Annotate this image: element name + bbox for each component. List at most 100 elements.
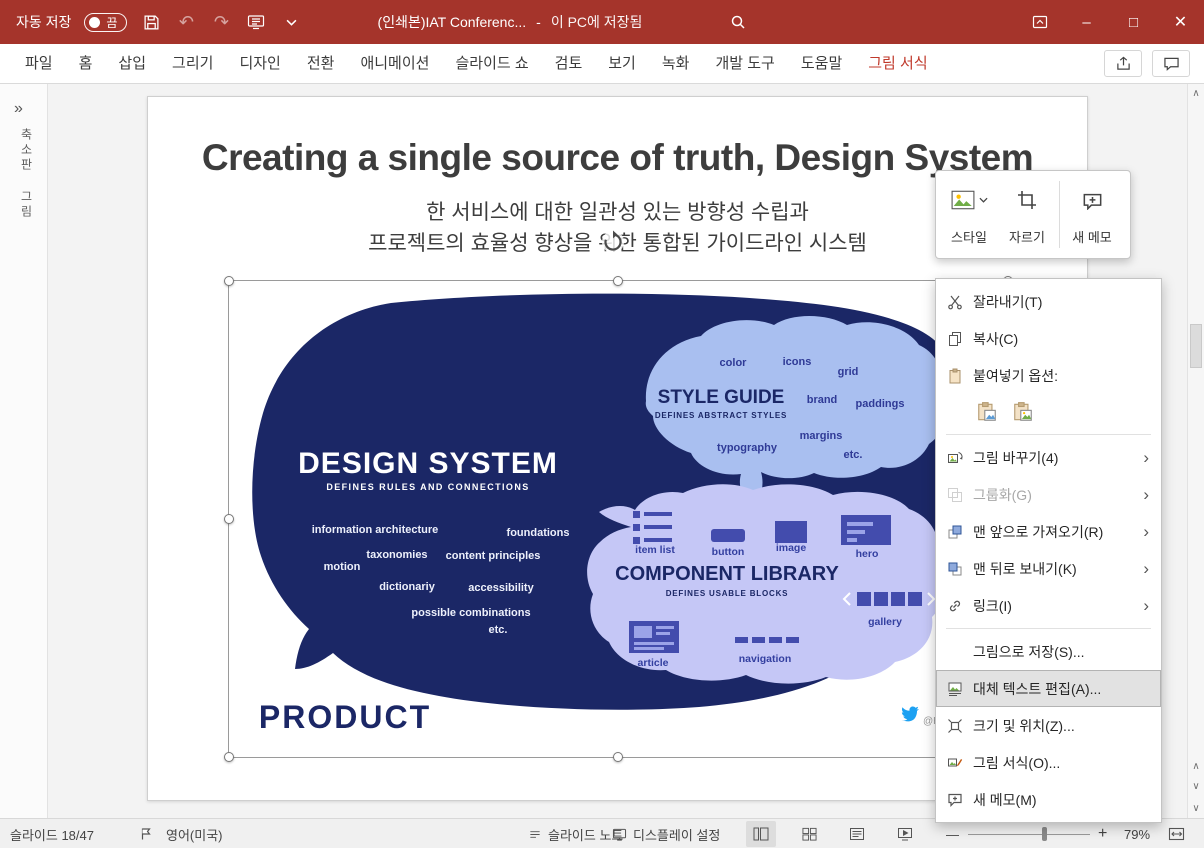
scroll-up-icon[interactable]: ∧ [1188, 88, 1204, 99]
menu-item-label: 그림 바꾸기(4) [973, 449, 1059, 466]
crop-button[interactable]: 자르기 [998, 177, 1056, 252]
menu-divider [946, 434, 1151, 435]
picture-styles-button[interactable]: 스타일 [940, 177, 998, 252]
crop-icon [1017, 185, 1037, 215]
ribbon-tab-record[interactable]: 녹화 [649, 44, 703, 84]
context-menu-item-change-picture[interactable]: 그림 바꾸기(4) › [936, 439, 1161, 476]
scrollbar-thumb[interactable] [1190, 324, 1202, 368]
previous-slide-icon[interactable]: ∧ [1188, 761, 1204, 772]
expand-panel-icon[interactable]: » [14, 100, 47, 118]
zoom-out-button[interactable]: — [946, 819, 959, 848]
context-menu-item-size-and-position[interactable]: 크기 및 위치(Z)... [936, 707, 1161, 744]
start-slideshow-icon[interactable] [245, 11, 267, 33]
scroll-down-icon[interactable]: ∨ [1188, 803, 1204, 814]
slideshow-view-button[interactable] [890, 821, 920, 847]
display-settings-label: 디스플레이 설정 [633, 827, 721, 843]
thumbnail-panel-collapsed: » 축소판 그림 [0, 84, 48, 818]
search-icon[interactable] [730, 14, 746, 30]
ribbon-tab-file[interactable]: 파일 [12, 44, 66, 84]
new-comment-button-label: 새 메모 [1072, 230, 1112, 245]
resize-handle-top-center[interactable] [613, 276, 623, 286]
zoom-slider-track[interactable] [968, 834, 1090, 835]
comments-button[interactable] [1152, 50, 1190, 77]
context-menu-item-bring-to-front[interactable]: 맨 앞으로 가져오기(R) › [936, 513, 1161, 550]
new-comment-icon [1082, 185, 1103, 215]
ribbon-tab-insert[interactable]: 삽입 [105, 44, 159, 84]
ribbon-tab-home[interactable]: 홈 [66, 44, 106, 84]
share-button[interactable] [1104, 50, 1142, 77]
ribbon-tab-transitions[interactable]: 전환 [294, 44, 348, 84]
thumbnail-panel-label: 축소판 그림 [19, 128, 33, 220]
zoom-slider-thumb[interactable] [1042, 827, 1047, 841]
normal-view-button[interactable] [746, 821, 776, 847]
ribbon-tab-draw[interactable]: 그리기 [159, 44, 226, 84]
diagram-label: motion [324, 561, 361, 573]
saved-status[interactable]: 이 PC에 저장됨 [551, 12, 643, 32]
ribbon-display-options-icon[interactable] [1016, 0, 1063, 44]
save-icon[interactable] [140, 11, 162, 33]
autosave-toggle[interactable]: 끔 [84, 12, 128, 32]
zoom-level[interactable]: 79% [1124, 819, 1150, 848]
context-menu-item-cut[interactable]: 잘라내기(T) [936, 283, 1161, 320]
ribbon-tab-design[interactable]: 디자인 [226, 44, 293, 84]
document-title[interactable]: (인쇄본)IAT Conferenc... [378, 12, 527, 32]
component-library-title: COMPONENT LIBRARY [615, 563, 839, 585]
fit-to-window-button[interactable] [1168, 819, 1185, 848]
style-button-label: 스타일 [951, 230, 987, 245]
format-picture-icon [947, 755, 973, 771]
diagram-label: margins [800, 430, 843, 442]
ribbon-tab-review[interactable]: 검토 [542, 44, 596, 84]
slide-counter[interactable]: 슬라이드 18/47 [10, 819, 94, 848]
flag-icon[interactable] [140, 819, 152, 848]
context-menu-item-edit-alt-text[interactable]: 대체 텍스트 편집(A)... [936, 670, 1161, 707]
minimize-button[interactable]: – [1063, 0, 1110, 44]
diagram-label: button [712, 546, 745, 558]
ribbon-tab-view[interactable]: 보기 [595, 44, 649, 84]
undo-icon[interactable]: ↶ [175, 11, 197, 33]
resize-handle-bottom-left[interactable] [224, 752, 234, 762]
context-menu-item-copy[interactable]: 복사(C) [936, 320, 1161, 357]
context-menu-item-save-as-picture[interactable]: 그림으로 저장(S)... [936, 633, 1161, 670]
language-indicator[interactable]: 영어(미국) [166, 819, 223, 848]
close-button[interactable]: ✕ [1157, 0, 1204, 44]
context-menu-item-format-picture[interactable]: 그림 서식(O)... [936, 744, 1161, 781]
ribbon-tab-picture-format[interactable]: 그림 서식 [855, 44, 940, 84]
context-menu-item-send-to-back[interactable]: 맨 뒤로 보내기(K) › [936, 550, 1161, 587]
paste-options-row [936, 394, 1161, 430]
redo-icon[interactable]: ↷ [210, 11, 232, 33]
autosave-state: 끔 [106, 15, 118, 30]
toolbar-dropdown-chevron-icon[interactable] [280, 11, 302, 33]
paste-as-picture-button[interactable] [1009, 398, 1037, 426]
context-menu-item-new-comment[interactable]: 새 메모(M) [936, 781, 1161, 818]
slide-notes-toggle[interactable]: 슬라이드 노트 [528, 819, 623, 848]
ribbon-tab-slide-show[interactable]: 슬라이드 쇼 [442, 44, 541, 84]
resize-handle-bottom-center[interactable] [613, 752, 623, 762]
submenu-arrow-icon: › [1143, 521, 1149, 541]
design-system-whale-image[interactable]: DESIGN SYSTEM DEFINES RULES AND CONNECTI… [229, 281, 1008, 757]
menu-item-label: 새 메모(M) [973, 791, 1037, 808]
next-slide-icon[interactable]: ∨ [1188, 781, 1204, 792]
new-comment-button[interactable]: 새 메모 [1063, 177, 1121, 252]
scissors-icon [947, 294, 973, 310]
ribbon-tab-help[interactable]: 도움말 [788, 44, 855, 84]
paste-keep-source-formatting-button[interactable] [973, 398, 1001, 426]
maximize-button[interactable]: □ [1110, 0, 1157, 44]
reading-view-button[interactable] [842, 821, 872, 847]
ribbon-tab-animations[interactable]: 애니메이션 [347, 44, 442, 84]
slide-sorter-view-button[interactable] [794, 821, 824, 847]
diagram-label: paddings [856, 398, 905, 410]
bring-to-front-icon [947, 524, 973, 540]
zoom-in-button[interactable]: + [1098, 819, 1107, 848]
display-settings-button[interactable]: 디스플레이 설정 [612, 819, 720, 848]
image-wireframe-icon [775, 521, 807, 543]
context-menu-item-link[interactable]: 링크(I) › [936, 587, 1161, 624]
rotate-handle[interactable] [600, 229, 626, 255]
vertical-scrollbar[interactable]: ∧ ∧ ∨ ∨ [1187, 84, 1204, 818]
ribbon-tab-developer[interactable]: 개발 도구 [702, 44, 787, 84]
picture-selection-box[interactable]: DESIGN SYSTEM DEFINES RULES AND CONNECTI… [224, 230, 1013, 762]
menu-item-label: 대체 텍스트 편집(A)... [973, 680, 1102, 697]
resize-handle-middle-left[interactable] [224, 514, 234, 524]
alt-text-icon [947, 681, 973, 697]
context-menu: 잘라내기(T) 복사(C) 붙여넣기 옵션: 그림 바꾸기(4) › 그룹화(G… [935, 278, 1162, 823]
resize-handle-top-left[interactable] [224, 276, 234, 286]
